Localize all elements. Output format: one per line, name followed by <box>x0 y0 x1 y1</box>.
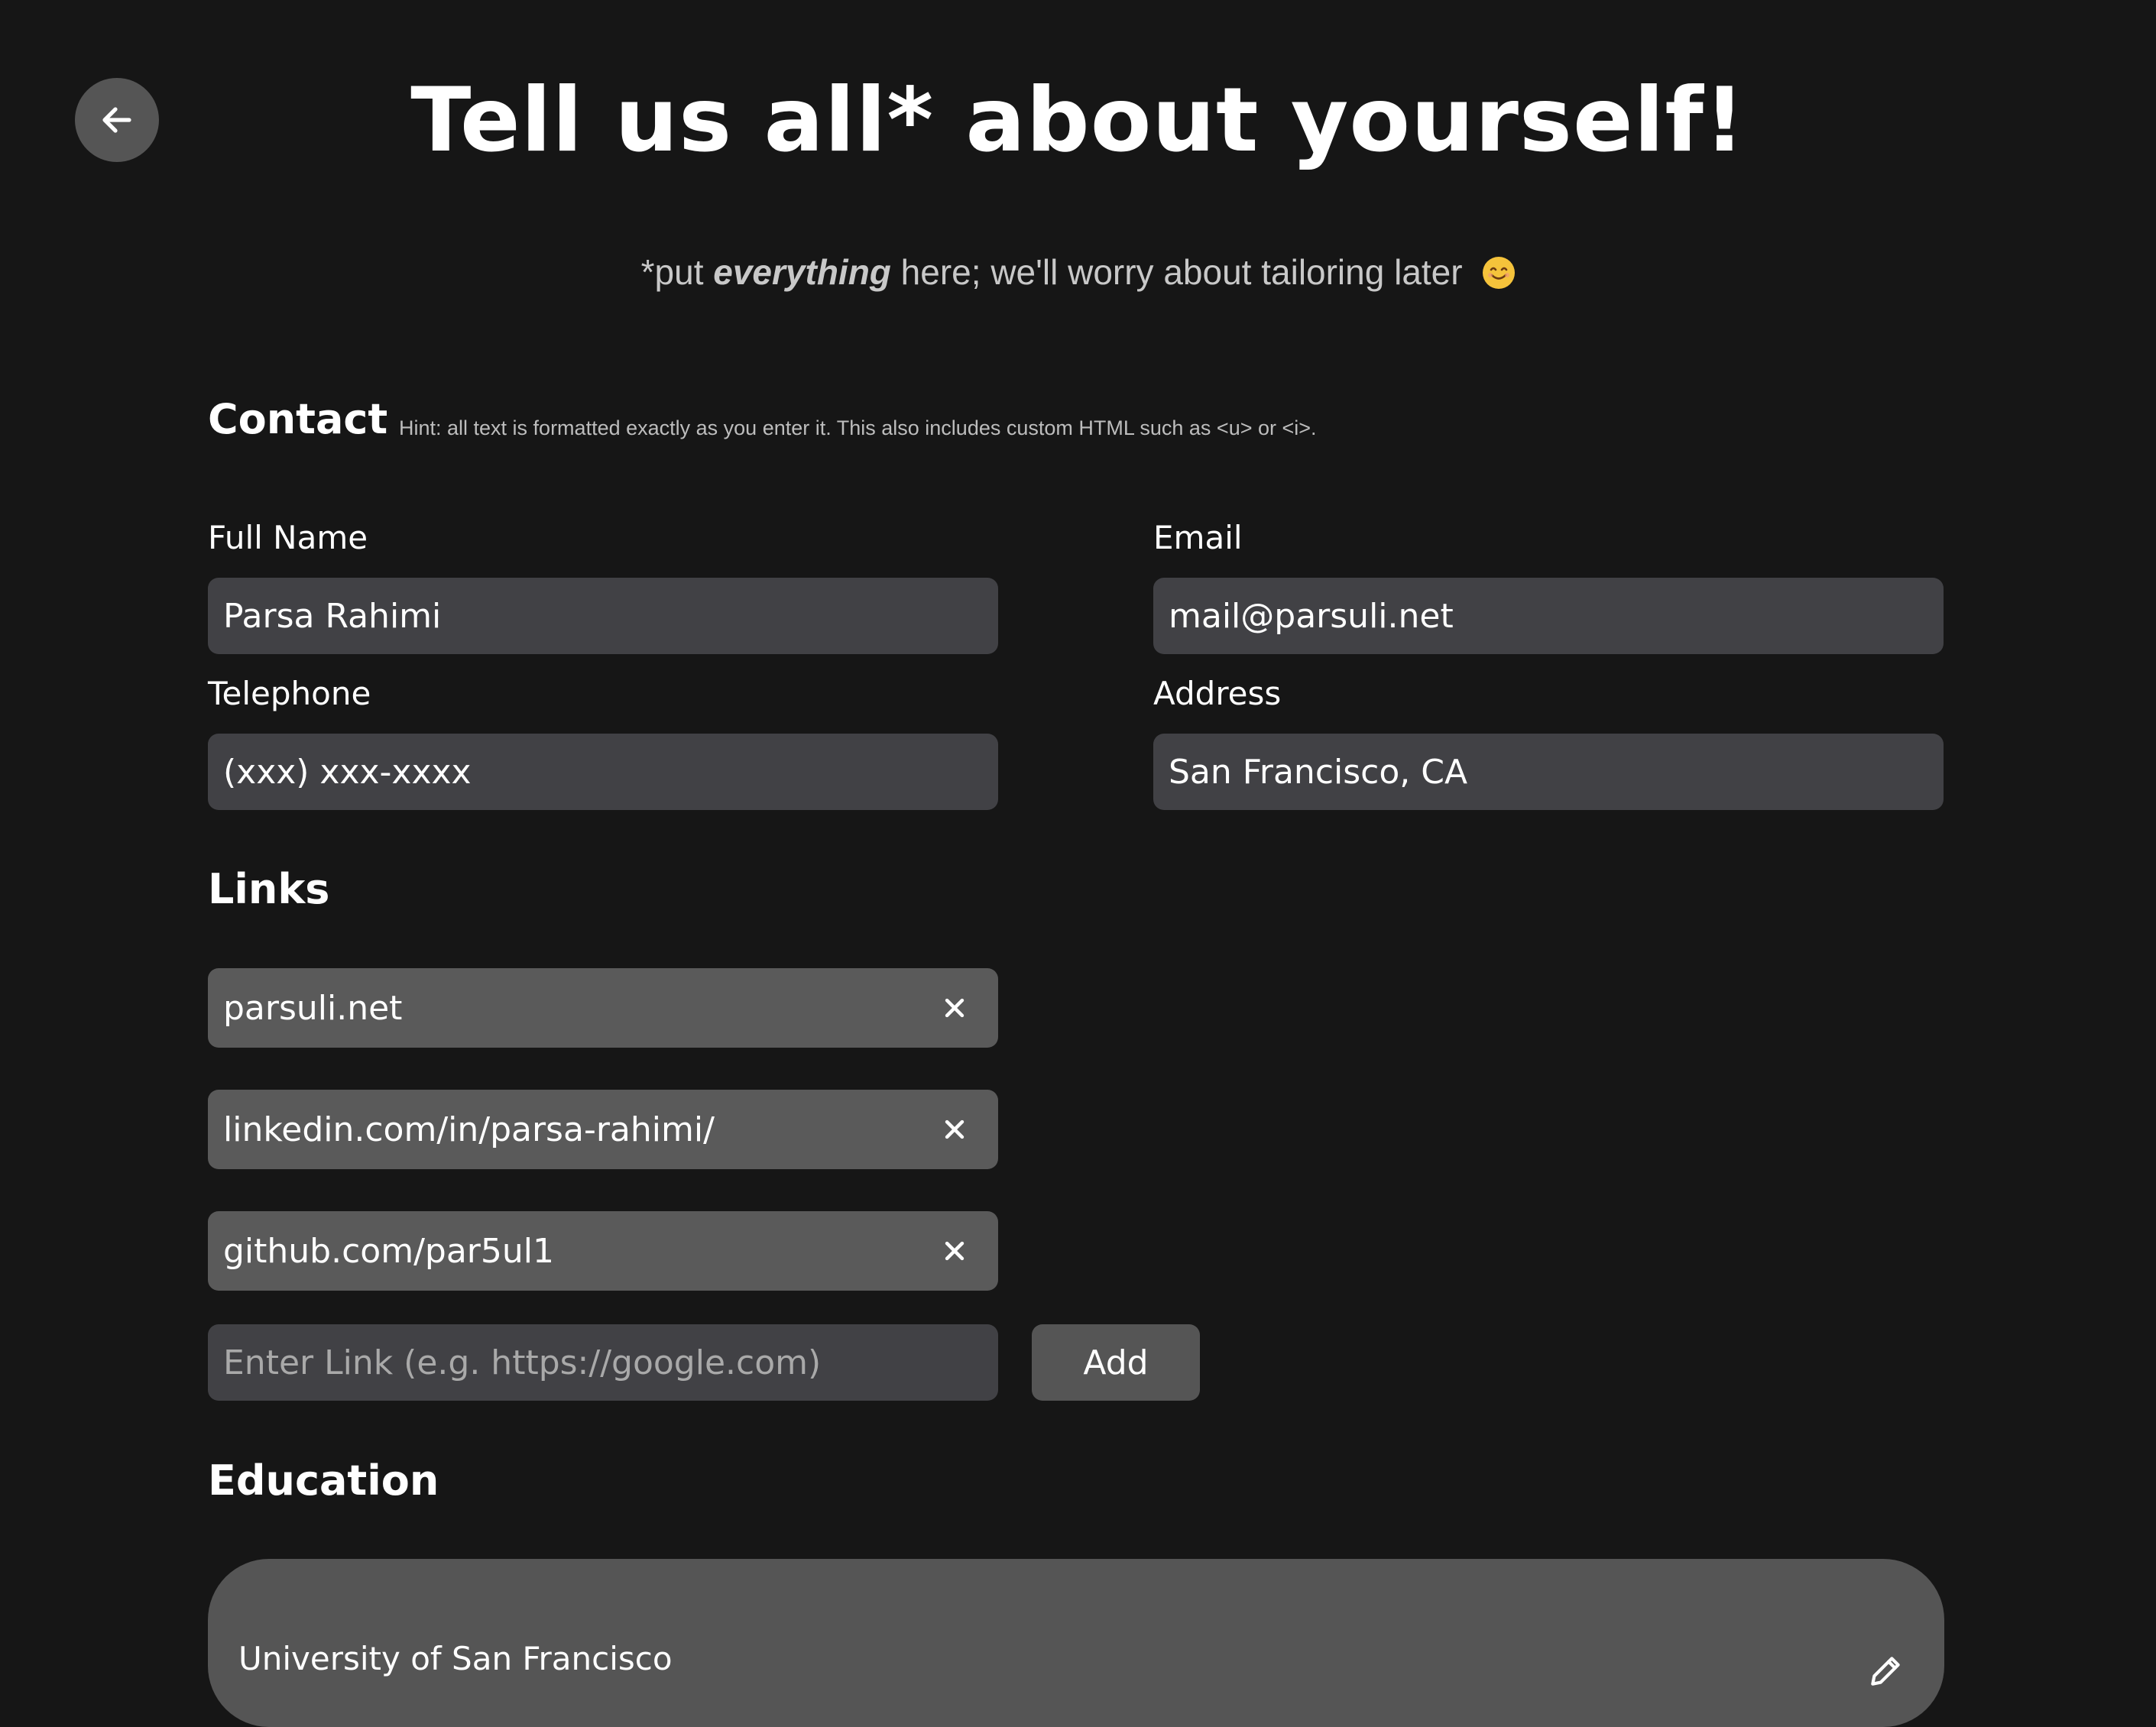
education-school-name: University of San Francisco <box>238 1640 673 1677</box>
full-name-label: Full Name <box>208 519 368 556</box>
full-name-field[interactable] <box>208 578 998 654</box>
email-field[interactable] <box>1153 578 1944 654</box>
links-section-title: Links <box>208 865 330 913</box>
subtitle-emphasis: everything <box>713 252 891 292</box>
contact-section-title: Contact <box>208 395 388 443</box>
add-link-button[interactable]: Add <box>1032 1324 1200 1401</box>
smiling-face-emoji <box>1483 257 1516 289</box>
close-icon[interactable] <box>935 989 974 1027</box>
education-section-title: Education <box>208 1456 439 1505</box>
subtitle-prefix: *put <box>640 252 714 292</box>
link-item-label: linkedin.com/in/parsa-rahimi/ <box>223 1110 715 1149</box>
page-subtitle: *put everything here; we'll worry about … <box>0 249 2156 295</box>
close-icon[interactable] <box>935 1232 974 1270</box>
link-item-label: parsuli.net <box>223 988 403 1028</box>
telephone-field[interactable] <box>208 734 998 810</box>
link-item[interactable]: parsuli.net <box>208 968 998 1048</box>
address-field[interactable] <box>1153 734 1944 810</box>
new-link-input[interactable] <box>208 1324 998 1401</box>
subtitle-suffix: here; we'll worry about tailoring later <box>890 252 1463 292</box>
email-label: Email <box>1153 519 1243 556</box>
link-item[interactable]: linkedin.com/in/parsa-rahimi/ <box>208 1090 998 1169</box>
link-item[interactable]: github.com/par5ul1 <box>208 1211 998 1291</box>
link-item-label: github.com/par5ul1 <box>223 1231 554 1271</box>
page-title: Tell us all* about yourself! <box>410 69 1746 172</box>
address-label: Address <box>1153 675 1282 712</box>
pencil-icon[interactable] <box>1866 1652 1905 1690</box>
close-icon[interactable] <box>935 1110 974 1149</box>
contact-hint: Hint: all text is formatted exactly as y… <box>399 416 1317 439</box>
telephone-label: Telephone <box>208 675 371 712</box>
